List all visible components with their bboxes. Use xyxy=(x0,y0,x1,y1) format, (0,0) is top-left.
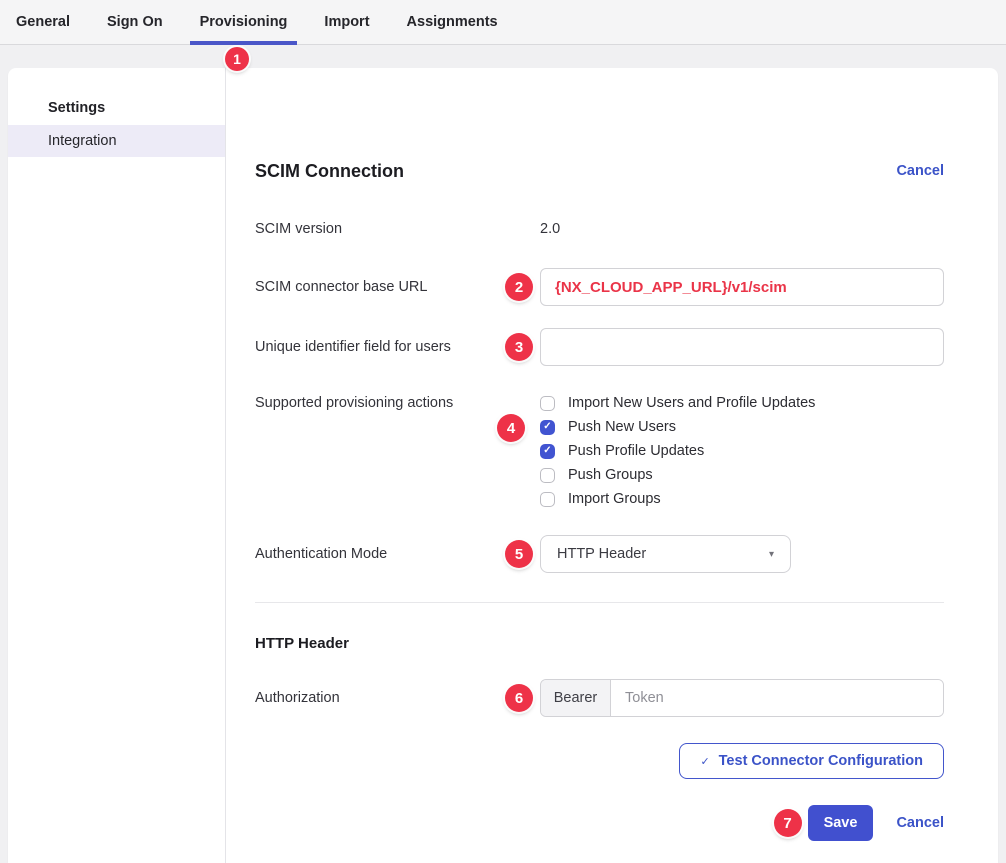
auth-mode-selected-value: HTTP Header xyxy=(557,546,646,562)
provisioning-actions-label: Supported provisioning actions xyxy=(255,391,540,412)
tab-sign-on[interactable]: Sign On xyxy=(107,0,163,45)
token-input[interactable] xyxy=(611,680,943,716)
provisioning-actions-row: Supported provisioning actions 4 ✓ Impor… xyxy=(255,391,944,511)
sidebar-heading: Settings xyxy=(48,100,225,116)
scim-version-label: SCIM version xyxy=(255,220,540,238)
base-url-row: SCIM connector base URL 2 xyxy=(255,268,944,306)
tab-assignments[interactable]: Assignments xyxy=(407,0,498,45)
provisioning-action-item[interactable]: ✓ Push Groups xyxy=(540,463,944,487)
save-button[interactable]: Save xyxy=(808,805,874,841)
checkbox-icon[interactable]: ✓ xyxy=(540,420,555,435)
checkbox-icon[interactable]: ✓ xyxy=(540,396,555,411)
provisioning-action-label: Push Profile Updates xyxy=(568,443,704,459)
annotation-badge-3: 3 xyxy=(505,333,533,361)
tab-general[interactable]: General xyxy=(16,0,70,45)
authorization-input-group: Bearer xyxy=(540,679,944,717)
scim-version-value: 2.0 xyxy=(540,221,944,237)
annotation-badge-6: 6 xyxy=(505,684,533,712)
provisioning-action-label: Push New Users xyxy=(568,419,676,435)
cancel-link-bottom[interactable]: Cancel xyxy=(896,815,944,831)
provisioning-action-label: Import New Users and Profile Updates xyxy=(568,395,815,411)
annotation-badge-5: 5 xyxy=(505,540,533,568)
test-connector-button[interactable]: ✓ Test Connector Configuration xyxy=(679,743,944,779)
unique-id-row: Unique identifier field for users 3 xyxy=(255,328,944,366)
check-icon: ✓ xyxy=(543,422,551,432)
cancel-link-top[interactable]: Cancel xyxy=(896,163,944,179)
annotation-badge-7: 7 xyxy=(774,809,802,837)
checkbox-icon[interactable]: ✓ xyxy=(540,444,555,459)
provisioning-action-label: Import Groups xyxy=(568,491,661,507)
test-connector-button-label: Test Connector Configuration xyxy=(719,753,923,769)
settings-sidebar: Settings Integration xyxy=(8,68,226,863)
authorization-row: Authorization 6 Bearer xyxy=(255,679,944,717)
section-divider xyxy=(255,602,944,603)
checkbox-icon[interactable]: ✓ xyxy=(540,468,555,483)
http-header-heading: HTTP Header xyxy=(255,635,944,653)
bearer-prefix: Bearer xyxy=(541,680,611,716)
scim-version-row: SCIM version 2.0 xyxy=(255,220,944,238)
provisioning-action-item[interactable]: ✓ Push New Users xyxy=(540,415,944,439)
base-url-label: SCIM connector base URL xyxy=(255,278,540,296)
base-url-input[interactable] xyxy=(540,268,944,306)
unique-id-label: Unique identifier field for users xyxy=(255,338,540,356)
sidebar-item-integration[interactable]: Integration xyxy=(8,125,225,157)
auth-mode-row: Authentication Mode 5 HTTP Header ▾ xyxy=(255,535,944,573)
page-title: SCIM Connection xyxy=(255,160,404,182)
auth-mode-select[interactable]: HTTP Header ▾ xyxy=(540,535,791,573)
app-tab-bar: General Sign On Provisioning Import Assi… xyxy=(0,0,1006,45)
check-icon: ✓ xyxy=(543,446,551,456)
authorization-label: Authorization xyxy=(255,689,540,707)
provisioning-action-item[interactable]: ✓ Import New Users and Profile Updates xyxy=(540,391,944,415)
scim-connection-panel: SCIM Connection Cancel SCIM version 2.0 … xyxy=(226,68,998,863)
auth-mode-label: Authentication Mode xyxy=(255,545,540,563)
annotation-badge-1: 1 xyxy=(225,47,249,71)
provisioning-action-label: Push Groups xyxy=(568,467,653,483)
checkbox-icon[interactable]: ✓ xyxy=(540,492,555,507)
annotation-badge-4: 4 xyxy=(497,414,525,442)
check-icon: ✓ xyxy=(700,755,709,768)
provisioning-action-item[interactable]: ✓ Push Profile Updates xyxy=(540,439,944,463)
provisioning-action-item[interactable]: ✓ Import Groups xyxy=(540,487,944,511)
chevron-down-icon: ▾ xyxy=(769,549,774,560)
provisioning-card: Settings Integration SCIM Connection Can… xyxy=(8,68,998,863)
tab-import[interactable]: Import xyxy=(324,0,369,45)
unique-id-input[interactable] xyxy=(540,328,944,366)
tab-provisioning[interactable]: Provisioning xyxy=(200,0,288,45)
provisioning-actions-list: 4 ✓ Import New Users and Profile Updates… xyxy=(540,391,944,511)
annotation-badge-2: 2 xyxy=(505,273,533,301)
